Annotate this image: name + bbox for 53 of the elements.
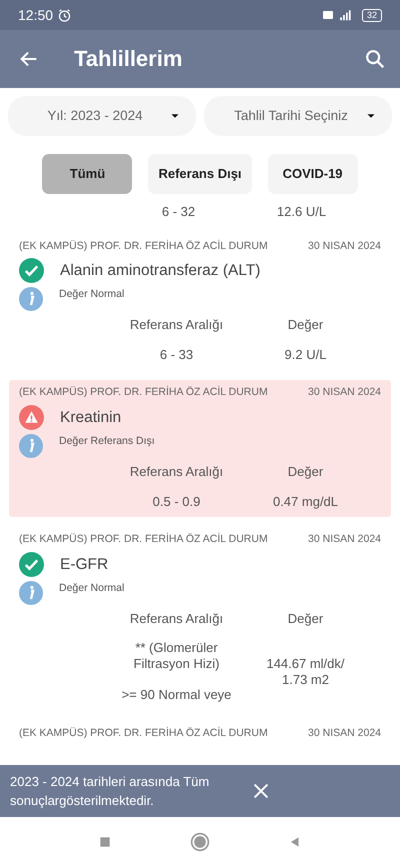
filter-dropdown[interactable]: Tahlil Tarihi Seçiniz	[204, 96, 392, 136]
info-icon	[19, 434, 43, 458]
column-label: Değer	[286, 463, 324, 482]
info-icon	[19, 580, 43, 605]
range-text: 6 - 32	[160, 203, 196, 221]
value-text: 9.2 U/L	[284, 346, 328, 362]
battery-icon: 32	[362, 8, 382, 22]
hospital-name: (EK KAMPÜS) PROF. DR. FERİHA ÖZ ACİL DURUM	[19, 726, 268, 741]
home-button[interactable]	[190, 832, 210, 852]
square-icon	[98, 834, 112, 848]
column-label: Referans Aralığı	[128, 463, 224, 482]
result-date: 30 NISAN 2024	[308, 532, 381, 548]
hospital-name: (EK KAMPÜS) PROF. DR. FERİHA ÖZ ACİL DURUM	[19, 532, 268, 548]
status-time: 12:50	[18, 6, 54, 24]
column-label: Değer	[286, 316, 324, 334]
test-name: Kreatinin	[60, 408, 122, 428]
result-status: Değer Normal	[59, 287, 124, 302]
info-button[interactable]	[19, 434, 43, 458]
result-date: 30 NISAN 2024	[308, 238, 381, 254]
filter-dropdown[interactable]: Yıl: 2023 - 2024	[8, 96, 196, 136]
filter-tab[interactable]: Tümü	[42, 154, 132, 194]
column-label: Değer	[286, 610, 324, 628]
warning-icon	[19, 405, 44, 430]
info-button[interactable]	[19, 580, 43, 605]
search-button[interactable]	[364, 48, 386, 70]
filter-tab[interactable]: COVID-19	[268, 154, 358, 194]
result-status: Değer Normal	[59, 580, 124, 596]
hospital-name: (EK KAMPÜS) PROF. DR. FERİHA ÖZ ACİL DURUM	[19, 385, 268, 400]
recents-button[interactable]	[98, 834, 112, 848]
screen-title: Tahlillerim	[74, 46, 182, 72]
value-text: 0.47 mg/dL	[272, 494, 340, 510]
hospital-name: (EK KAMPÜS) PROF. DR. FERİHA ÖZ ACİL DURUM	[19, 238, 268, 254]
info-icon	[19, 287, 43, 312]
value-text: 144.67 ml/dk/ 1.73 m2	[265, 656, 346, 688]
test-name: E-GFR	[60, 554, 108, 575]
result-status: Değer Referans Dışı	[59, 434, 155, 450]
result-date: 30 NISAN 2024	[308, 726, 381, 741]
alarm-icon	[57, 8, 72, 22]
check-icon	[19, 552, 44, 577]
test-name: Alanin aminotransferaz (ALT)	[60, 261, 260, 282]
search-icon	[364, 48, 386, 70]
range-text: 6 - 33	[158, 346, 194, 362]
filter-tab[interactable]: Referans Dışı	[148, 154, 252, 194]
check-icon	[19, 258, 44, 284]
result-date: 30 NISAN 2024	[308, 385, 381, 400]
column-label: Referans Aralığı	[128, 316, 224, 334]
range-text: 0.5 - 0.9	[152, 494, 202, 510]
column-label: Referans Aralığı	[128, 610, 224, 628]
circle-icon	[190, 832, 210, 852]
info-button[interactable]	[19, 287, 43, 312]
value-text: 12.6 U/L	[276, 203, 328, 221]
range-text: ** (Glomerüler Filtrasyon Hizi) >= 90 Normal veye	[120, 640, 232, 703]
snackbar-message: 2023 - 2024 tarihleri arasında Tüm sonuçlargösterilmektedir.	[10, 772, 210, 810]
